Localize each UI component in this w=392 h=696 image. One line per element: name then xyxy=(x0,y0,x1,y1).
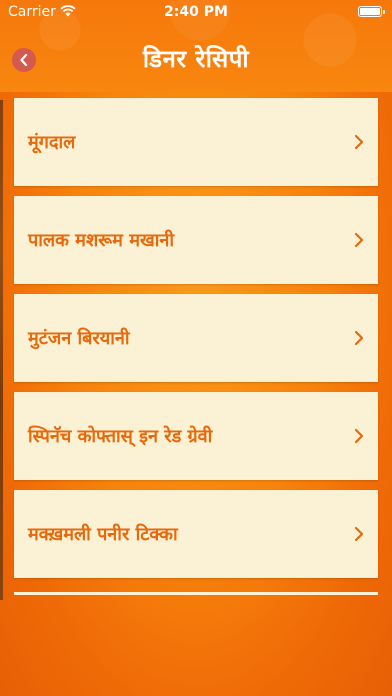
chevron-right-icon xyxy=(354,232,364,248)
chevron-right-icon xyxy=(354,428,364,444)
page-title: डिनर रेसिपी xyxy=(142,45,250,73)
recipe-label: मक्ख़मली पनीर टिक्का xyxy=(28,524,178,545)
recipe-label: स्पिनॅच कोफ्तास् इन रेड ग्रेवी xyxy=(28,426,213,447)
chevron-right-icon xyxy=(354,330,364,346)
recipe-item-moongdal[interactable]: मूंगदाल xyxy=(14,98,378,186)
decorative-edge xyxy=(0,100,3,600)
chevron-right-icon xyxy=(354,134,364,150)
recipe-item-paneer-tikka[interactable]: मक्ख़मली पनीर टिक्का xyxy=(14,490,378,578)
battery-icon xyxy=(358,6,385,17)
recipe-item-spinach-koftas[interactable]: स्पिनॅच कोफ्तास् इन रेड ग्रेवी xyxy=(14,392,378,480)
recipe-item-mutanjan-biryani[interactable]: मुटंजन बिरयानी xyxy=(14,294,378,382)
chevron-right-icon xyxy=(354,526,364,542)
list-divider xyxy=(14,592,378,595)
clock: 2:40 PM xyxy=(164,4,228,20)
recipe-item-palak-mushroom[interactable]: पालक मशरूम मखानी xyxy=(14,196,378,284)
recipe-label: मुटंजन बिरयानी xyxy=(28,328,130,349)
recipe-label: मूंगदाल xyxy=(28,132,76,153)
status-bar: Carrier 2:40 PM xyxy=(0,0,392,24)
recipe-label: पालक मशरूम मखानी xyxy=(28,230,175,251)
